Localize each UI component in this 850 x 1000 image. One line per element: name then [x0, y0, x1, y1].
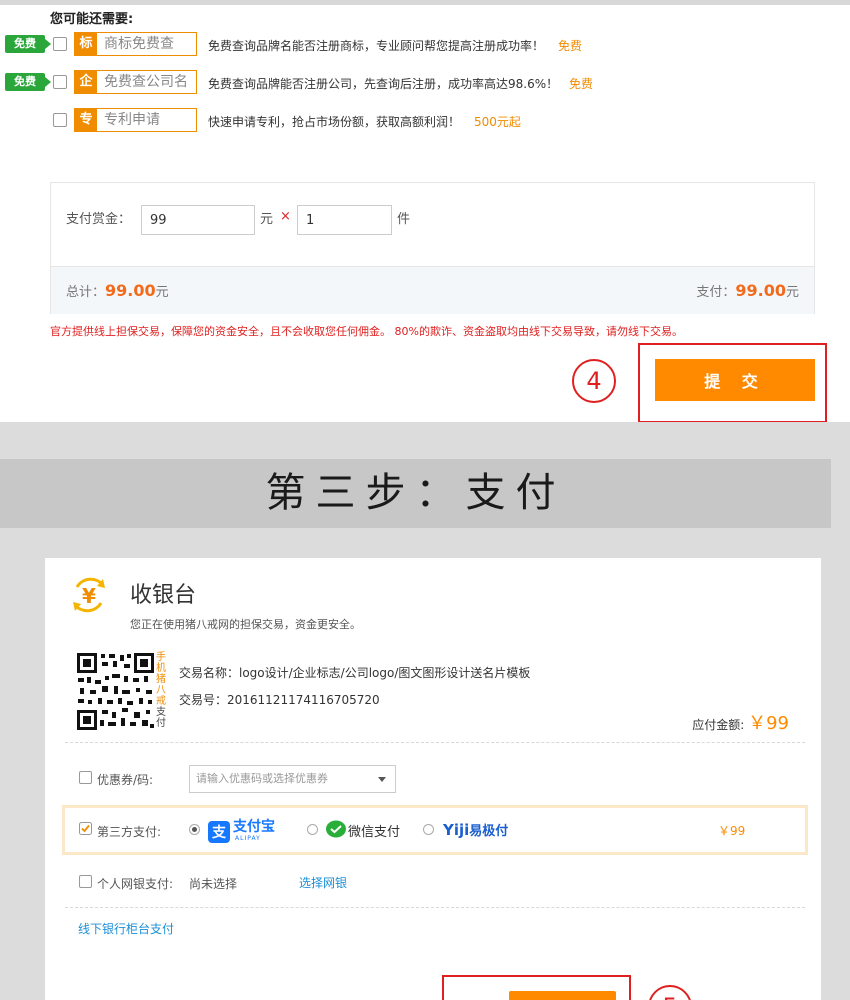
select-bank-link[interactable]: 选择网银 [299, 874, 347, 891]
pay-value: 99.00 [735, 281, 786, 300]
service-row-trademark: 免费 标 商标免费查 免费查询品牌名能否注册商标，专业顾问帮您提高注册成功率！ … [0, 32, 850, 56]
divider [65, 742, 805, 743]
trade-name: 交易名称：logo设计/企业标志/公司logo/图文图形设计送名片模板 [179, 666, 531, 680]
company-service-box[interactable]: 企 免费查公司名 [74, 70, 197, 94]
wechat-pay-name: 微信支付 [348, 825, 401, 840]
qr-caption-orange: 手机猪八戒 [156, 652, 166, 707]
free-tag: 免费 [5, 73, 51, 91]
alipay-icon: 支 [208, 821, 230, 843]
step-4-marker: 4 [572, 359, 616, 403]
payment-summary: 总计：99.00元 支付：99.00元 [51, 266, 814, 314]
cashier-subtitle: 您正在使用猪八戒网的担保交易，资金更安全。 [130, 618, 361, 631]
yiji-cn: 易极付 [469, 824, 509, 839]
patent-checkbox[interactable] [53, 113, 67, 127]
service-name: 免费查公司名 [104, 74, 188, 90]
qr-caption-dark: 支付 [156, 707, 166, 729]
yiji-latin: Yiji [443, 821, 470, 839]
reward-label: 支付赏金： [66, 212, 132, 227]
total-value: 99.00 [105, 281, 156, 300]
unit-yuan: 元 [260, 212, 274, 227]
pay-currency: 元 [785, 285, 799, 300]
trade-number: 交易号：20161121174116705720 [179, 693, 380, 707]
yiji-radio[interactable] [423, 824, 434, 835]
total-currency: 元 [155, 285, 169, 300]
company-icon: 企 [75, 71, 97, 93]
bank-status: 尚未选择 [189, 877, 238, 891]
unit-jian: 件 [397, 212, 411, 227]
svg-text:支: 支 [211, 824, 227, 841]
patent-icon: 专 [75, 109, 97, 131]
security-warning: 官方提供线上担保交易，保障您的资金安全，且不会收取您任何佣金。 80%的欺诈、资… [50, 325, 683, 338]
pay-summary: 支付：99.00元 [696, 281, 799, 300]
total-label: 总计： [66, 285, 106, 300]
third-party-checkbox[interactable] [79, 822, 92, 835]
amount-due-label: 应付金额: [692, 718, 745, 732]
coupon-label: 优惠券/码: [97, 773, 154, 787]
amount-due-value: ￥99 [748, 713, 789, 734]
yiji-pay-logo: Yiji易极付 [443, 820, 508, 839]
trademark-service-box[interactable]: 标 商标免费查 [74, 32, 197, 56]
cashier-title: 收银台 [130, 583, 197, 608]
service-name: 专利申请 [104, 112, 160, 128]
service-desc: 免费查询品牌名能否注册商标，专业顾问帮您提高注册成功率！ [208, 39, 545, 53]
trademark-checkbox[interactable] [53, 37, 67, 51]
bank-label: 个人网银支付: [97, 877, 174, 891]
qr-code-icon [76, 652, 155, 731]
trademark-icon: 标 [75, 33, 97, 55]
service-desc: 快速申请专利，抢占市场份额，获取高额利润！ [208, 115, 461, 129]
service-price: 免费 [569, 77, 594, 91]
alipay-name: 支付宝 [233, 819, 275, 835]
reward-amount-input[interactable] [141, 205, 255, 235]
qr-caption: 手机猪八戒支付 [156, 652, 168, 729]
amount-due: 应付金额: ￥99 [692, 709, 789, 735]
cashier-panel: ¥ 收银台 您正在使用猪八戒网的担保交易，资金更安全。 手机猪八戒支付 交易名称… [45, 558, 821, 1000]
pay-label: 支付： [696, 285, 736, 300]
bank-checkbox[interactable] [79, 875, 92, 888]
wechat-radio[interactable] [307, 824, 318, 835]
service-price: 500元起 [474, 115, 521, 129]
step-3-banner: 第三步：支付 [0, 459, 831, 528]
section-heading: 您可能还需要: [50, 12, 134, 27]
svg-text:¥: ¥ [82, 584, 96, 608]
offline-bank-link[interactable]: 线下银行柜台支付 [78, 920, 174, 937]
third-party-pay-row [62, 805, 808, 855]
third-party-amount: ￥99 [718, 824, 746, 838]
free-tag: 免费 [5, 35, 51, 53]
total-summary: 总计：99.00元 [66, 281, 169, 300]
coupon-select[interactable]: 请输入优惠码或选择优惠券 [189, 765, 396, 793]
company-checkbox[interactable] [53, 75, 67, 89]
pay-button[interactable] [509, 991, 616, 1000]
step-3-title: 第三步：支付 [265, 470, 566, 516]
service-row-patent: 专 专利申请 快速申请专利，抢占市场份额，获取高额利润！ 500元起 [0, 108, 850, 132]
alipay-radio[interactable] [189, 824, 200, 835]
divider [65, 907, 805, 908]
coupon-placeholder: 请输入优惠码或选择优惠券 [196, 772, 328, 785]
chevron-down-icon [378, 777, 386, 782]
service-name: 商标免费查 [104, 36, 174, 52]
service-desc: 免费查询品牌能否注册公司，先查询后注册，成功率高达98.6%！ [208, 77, 559, 91]
coupon-checkbox[interactable] [79, 771, 92, 784]
times-sign: × [280, 209, 291, 224]
submit-button[interactable]: 提 交 [655, 359, 815, 401]
wechat-pay-icon [326, 820, 346, 838]
service-row-company: 免费 企 免费查公司名 免费查询品牌能否注册公司，先查询后注册，成功率高达98.… [0, 70, 850, 94]
patent-service-box[interactable]: 专 专利申请 [74, 108, 197, 132]
quantity-input[interactable] [297, 205, 392, 235]
alipay-en: ALIPAY [235, 835, 261, 842]
payment-input-area: 支付赏金： 元 × 件 [51, 183, 814, 266]
yen-icon: ¥ [73, 577, 105, 613]
payment-box: 支付赏金： 元 × 件 总计：99.00元 支付：99.00元 [50, 182, 815, 314]
third-party-label: 第三方支付: [97, 825, 162, 839]
service-price: 免费 [558, 39, 583, 53]
